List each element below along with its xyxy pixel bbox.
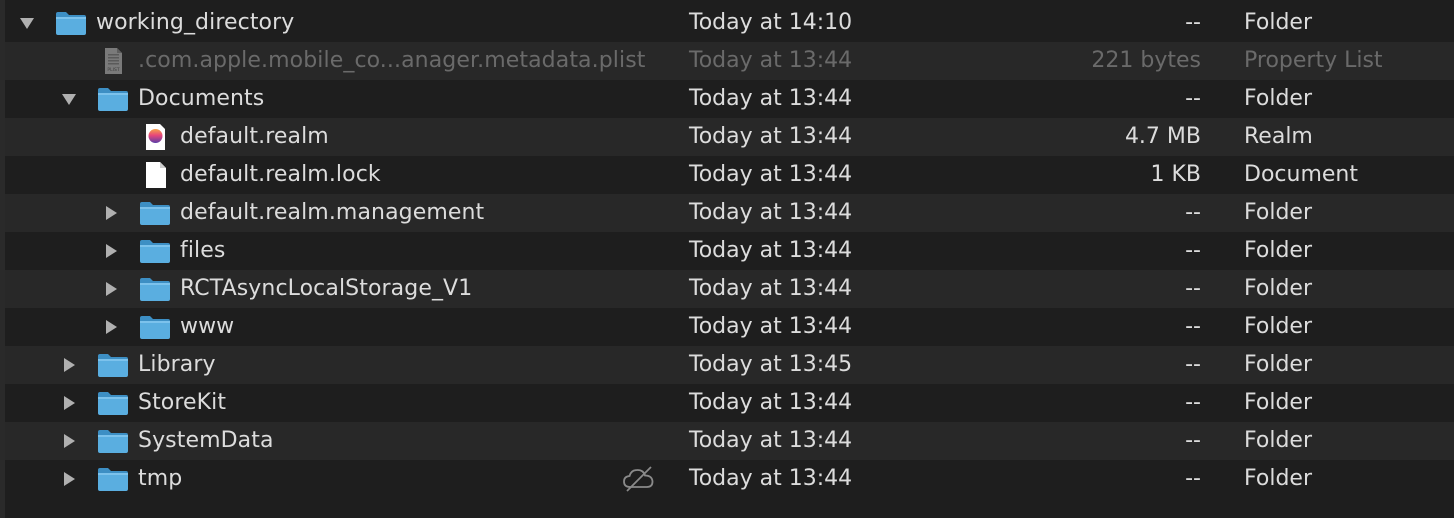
disclosure-collapsed-icon[interactable] [103, 281, 119, 297]
file-name[interactable]: default.realm.management [180, 200, 484, 225]
realm-file-icon [139, 124, 171, 150]
disclosure-collapsed-icon[interactable] [61, 471, 77, 487]
file-kind: Folder [1244, 390, 1312, 415]
file-kind: Realm [1244, 124, 1313, 149]
date-modified: Today at 13:44 [689, 314, 853, 339]
svg-text:PLIST: PLIST [107, 67, 119, 73]
file-size: 4.7 MB [1124, 124, 1201, 149]
disclosure-expanded-icon[interactable] [19, 15, 35, 31]
file-size: -- [1185, 314, 1201, 339]
file-row[interactable]: default.realm.management Today at 13:44 --… [5, 194, 1454, 232]
date-modified: Today at 13:44 [689, 276, 853, 301]
file-name[interactable]: working_directory [96, 10, 294, 35]
disclosure-expanded-icon[interactable] [61, 91, 77, 107]
folder-icon [139, 314, 171, 340]
file-size: -- [1185, 352, 1201, 377]
file-list: working_directory Today at 14:10 -- Folder P… [5, 4, 1454, 498]
file-name[interactable]: www [180, 314, 234, 339]
disclosure-collapsed-icon[interactable] [103, 243, 119, 259]
file-name[interactable]: default.realm [180, 124, 329, 149]
date-modified: Today at 13:44 [689, 466, 853, 491]
disclosure-collapsed-icon[interactable] [103, 319, 119, 335]
document-icon [139, 162, 171, 188]
file-kind: Folder [1244, 10, 1312, 35]
file-size: -- [1185, 390, 1201, 415]
file-size: -- [1185, 86, 1201, 111]
date-modified: Today at 13:44 [689, 86, 853, 111]
folder-icon [97, 466, 129, 492]
disclosure-collapsed-icon[interactable] [103, 205, 119, 221]
file-row[interactable]: SystemData Today at 13:44 -- Folder [5, 422, 1454, 460]
plist-file-icon: PLIST [97, 48, 129, 74]
file-name[interactable]: files [180, 238, 225, 263]
file-row[interactable]: Documents Today at 13:44 -- Folder [5, 80, 1454, 118]
file-row[interactable]: www Today at 13:44 -- Folder [5, 308, 1454, 346]
file-name[interactable]: tmp [138, 466, 182, 491]
disclosure-collapsed-icon[interactable] [61, 395, 77, 411]
file-size: -- [1185, 466, 1201, 491]
file-size: -- [1185, 10, 1201, 35]
disclosure-collapsed-icon[interactable] [61, 357, 77, 373]
file-kind: Folder [1244, 276, 1312, 301]
file-name[interactable]: StoreKit [138, 390, 226, 415]
file-name[interactable]: Documents [138, 86, 264, 111]
file-row[interactable]: StoreKit Today at 13:44 -- Folder [5, 384, 1454, 422]
date-modified: Today at 13:44 [689, 162, 853, 187]
folder-icon [97, 390, 129, 416]
file-name[interactable]: .com.apple.mobile_co...anager.metadata.p… [138, 48, 646, 73]
date-modified: Today at 13:44 [689, 428, 853, 453]
file-row[interactable]: working_directory Today at 14:10 -- Folder [5, 4, 1454, 42]
file-row[interactable]: files Today at 13:44 -- Folder [5, 232, 1454, 270]
file-size: -- [1185, 238, 1201, 263]
finder-list-view: working_directory Today at 14:10 -- Folder P… [0, 0, 1454, 518]
file-row[interactable]: default.realm.lock Today at 13:44 1 KB Docu… [5, 156, 1454, 194]
file-size: -- [1185, 276, 1201, 301]
file-kind: Folder [1244, 238, 1312, 263]
folder-icon [97, 352, 129, 378]
file-name[interactable]: default.realm.lock [180, 162, 381, 187]
icloud-excluded-icon [621, 465, 657, 493]
date-modified: Today at 13:44 [689, 390, 853, 415]
file-kind: Folder [1244, 314, 1312, 339]
folder-icon [97, 428, 129, 454]
file-kind: Folder [1244, 86, 1312, 111]
date-modified: Today at 13:44 [689, 48, 853, 73]
date-modified: Today at 13:44 [689, 238, 853, 263]
folder-icon [97, 86, 129, 112]
date-modified: Today at 14:10 [689, 10, 853, 35]
file-kind: Document [1244, 162, 1358, 187]
file-name[interactable]: Library [138, 352, 216, 377]
folder-icon [139, 200, 171, 226]
disclosure-collapsed-icon[interactable] [61, 433, 77, 449]
file-kind: Property List [1244, 48, 1383, 73]
date-modified: Today at 13:45 [689, 352, 853, 377]
file-kind: Folder [1244, 200, 1312, 225]
file-kind: Folder [1244, 352, 1312, 377]
file-row[interactable]: tmp Today at 13:44 -- Folder [5, 460, 1454, 498]
file-size: 1 KB [1150, 162, 1201, 187]
file-kind: Folder [1244, 466, 1312, 491]
file-size: -- [1185, 428, 1201, 453]
date-modified: Today at 13:44 [689, 124, 853, 149]
folder-icon [139, 276, 171, 302]
file-row[interactable]: default.realm Today at 13:44 4.7 MB Realm [5, 118, 1454, 156]
folder-icon [55, 10, 87, 36]
file-row[interactable]: PLIST .com.apple.mobile_co...anager.metad… [5, 42, 1454, 80]
file-name[interactable]: SystemData [138, 428, 274, 453]
file-row[interactable]: Library Today at 13:45 -- Folder [5, 346, 1454, 384]
folder-icon [139, 238, 171, 264]
file-row[interactable]: RCTAsyncLocalStorage_V1 Today at 13:44 -- F… [5, 270, 1454, 308]
file-size: -- [1185, 200, 1201, 225]
file-name[interactable]: RCTAsyncLocalStorage_V1 [180, 276, 472, 301]
file-kind: Folder [1244, 428, 1312, 453]
file-size: 221 bytes [1091, 48, 1201, 73]
date-modified: Today at 13:44 [689, 200, 853, 225]
